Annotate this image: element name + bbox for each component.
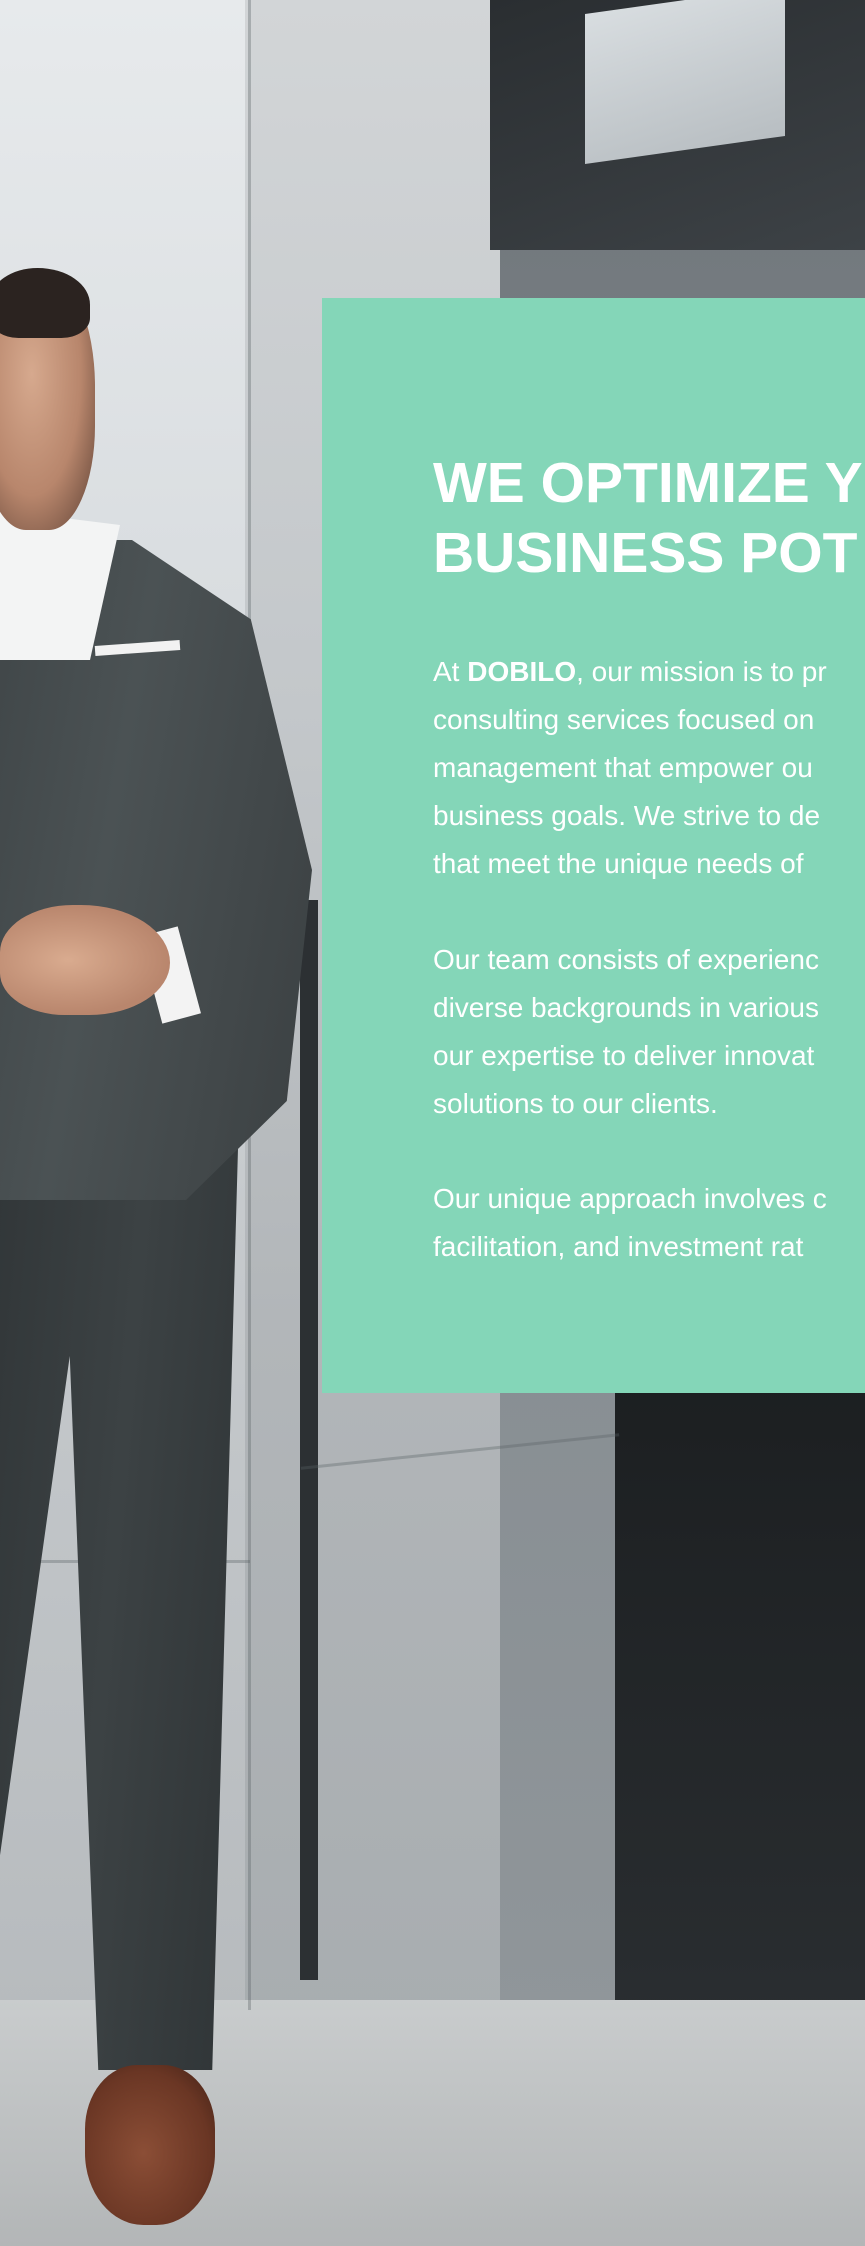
- brand-name: DOBILO: [467, 656, 577, 687]
- mission-paragraph: At DOBILO, our mission is to pr consulti…: [433, 648, 865, 888]
- paragraph-line: business goals. We strive to de: [433, 800, 821, 831]
- page: WE OPTIMIZE Y BUSINESS POT At DOBILO, ou…: [0, 0, 865, 2246]
- dark-doorway: [615, 1380, 865, 2030]
- text-prefix: At: [433, 656, 468, 687]
- paragraph-line: solutions to our clients.: [433, 1088, 718, 1119]
- paragraph-line: management that empower ou: [433, 752, 813, 783]
- wall-gap: [300, 900, 318, 1980]
- mission-card: WE OPTIMIZE Y BUSINESS POT At DOBILO, ou…: [322, 298, 865, 1393]
- window-glass: [585, 0, 785, 165]
- approach-paragraph: Our unique approach involves c facilitat…: [433, 1175, 865, 1271]
- man-shoe: [85, 2065, 215, 2225]
- text-suffix: , our mission is to pr: [576, 656, 827, 687]
- paragraph-line: that meet the unique needs of: [433, 848, 804, 879]
- paragraph-line: consulting services focused on: [433, 704, 815, 735]
- paragraph-line: diverse backgrounds in various: [433, 992, 819, 1023]
- team-paragraph: Our team consists of experienc diverse b…: [433, 936, 865, 1128]
- headline-line: BUSINESS POT: [433, 521, 858, 585]
- page-title: WE OPTIMIZE Y BUSINESS POT: [433, 448, 865, 588]
- paragraph-line: At DOBILO, our mission is to pr: [433, 648, 865, 696]
- man-hand: [0, 905, 170, 1015]
- paragraph-line: Our unique approach involves c: [433, 1183, 827, 1214]
- paragraph-line: facilitation, and investment rat: [433, 1231, 804, 1262]
- headline-line: WE OPTIMIZE Y: [433, 451, 863, 515]
- paragraph-line: our expertise to deliver innovat: [433, 1040, 815, 1071]
- paragraph-line: Our team consists of experienc: [433, 944, 819, 975]
